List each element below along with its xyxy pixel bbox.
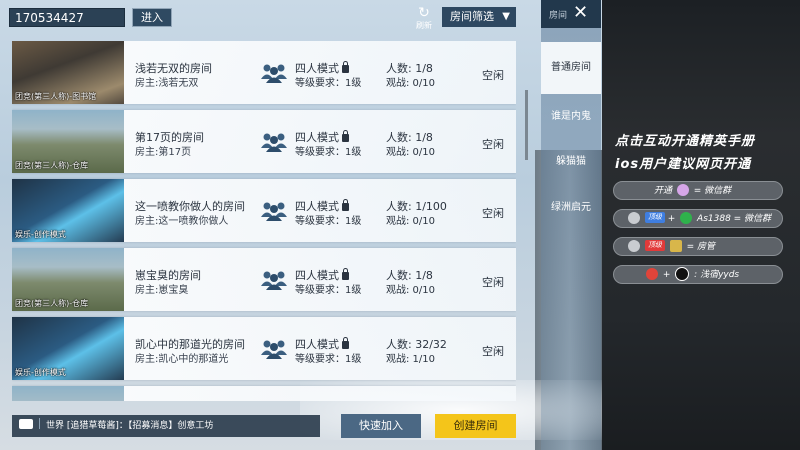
wings-icon — [669, 239, 682, 252]
tab-hide-and-seek[interactable]: 躲猫猫 — [541, 152, 601, 167]
level-requirement: 等级要求：1级 — [295, 216, 362, 227]
room-list[interactable]: 团竞(第三人称)-图书馆 浅若无双的房间 房主:浅若无双 四人模式 等级要求：1… — [12, 41, 516, 401]
refresh-icon: ↻ — [418, 5, 430, 21]
squad-icon — [261, 133, 287, 152]
promo-pill-3-tag: 顶级 — [644, 240, 665, 251]
room-row[interactable]: 团竞(第三人称)-图书馆 浅若无双的房间 房主:浅若无双 四人模式 等级要求：1… — [12, 41, 516, 104]
lock-icon — [342, 337, 349, 349]
room-id-input[interactable]: 170534427 — [9, 8, 125, 27]
avatar-icon — [628, 211, 640, 224]
promo-pill-1-b: = 微信群 — [693, 186, 732, 196]
room-row[interactable]: 团竞(第三人称)-仓库 第17页的房间 房主:第17页 四人模式 等级要求：1级… — [12, 110, 516, 173]
map-label: 团竞(第三人称)-仓库 — [15, 161, 89, 170]
room-row[interactable]: 娱乐-创作模式 这一喷教你做人的房间 房主:这一喷教你做人 四人模式 等级要求：… — [12, 179, 516, 242]
squad-icon — [261, 271, 287, 290]
room-row[interactable]: 娱乐-创作模式 凯心中的那道光的房间 房主:凯心中的那道光 四人模式 等级要求：… — [12, 317, 516, 380]
chat-channel: 世界 — [46, 421, 65, 431]
room-status: 空闲 — [482, 69, 504, 82]
chevron-down-icon: ▼ — [502, 11, 510, 22]
room-status: 空闲 — [482, 138, 504, 151]
divider — [39, 418, 40, 429]
quick-join-button[interactable]: 快速加入 — [341, 414, 421, 438]
map-thumbnail: 团竞(第三人称)-图书馆 — [12, 41, 124, 104]
avatar-icon — [628, 239, 640, 252]
level-requirement: 等级要求：1级 — [295, 285, 362, 296]
spectator-count: 观战: 0/10 — [386, 147, 436, 158]
squad-icon — [261, 202, 287, 221]
create-room-button[interactable]: 创建房间 — [435, 414, 516, 438]
refresh-label: 刷新 — [416, 21, 432, 30]
spectator-count: 观战: 1/10 — [386, 354, 436, 365]
elite-badge-icon — [676, 183, 689, 196]
close-icon[interactable]: ✕ — [573, 2, 588, 23]
promo-pill-3-b: = 房管 — [686, 242, 716, 252]
room-row[interactable]: 团竞(第三人称)-仓库 崽宝臭的房间 房主:崽宝臭 四人模式 等级要求：1级 人… — [12, 248, 516, 311]
map-label: 团竞(第三人称)-图书馆 — [15, 92, 97, 101]
room-status: 空闲 — [482, 276, 504, 289]
douyin-icon — [675, 266, 690, 281]
room-owner: 房主:第17页 — [135, 147, 192, 158]
spectator-count: 观战: 0/10 — [386, 216, 436, 227]
spectator-count: 观战: 0/10 — [386, 78, 436, 89]
wechat-icon — [680, 211, 693, 224]
map-thumbnail: 娱乐-创作模式 — [12, 179, 124, 242]
room-status: 空闲 — [482, 207, 504, 220]
plus-sign: + — [662, 270, 671, 280]
room-owner: 房主:崽宝臭 — [135, 285, 189, 296]
lock-icon — [342, 199, 349, 211]
promo-pill-2: 顶级 + As1388 = 微信群 — [613, 209, 783, 228]
level-requirement: 等级要求：1级 — [295, 354, 362, 365]
promo-pill-2-b: + — [667, 214, 676, 224]
promo-pill-4-b: : 浅宿yyds — [694, 270, 740, 280]
promo-pill-2-tag: 顶级 — [644, 212, 665, 223]
promo-pill-3: 顶级 = 房管 — [613, 237, 783, 256]
tab-header-title: 房间 — [549, 11, 568, 21]
promo-pill-2-c: As1388 = 微信群 — [697, 214, 772, 224]
map-thumbnail — [12, 386, 124, 401]
promo-line-1: 点击互动开通精英手册 — [615, 134, 756, 149]
room-owner: 房主:这一喷教你做人 — [135, 216, 229, 227]
map-label: 娱乐-创作模式 — [15, 368, 66, 377]
weibo-icon — [646, 267, 658, 280]
tab-normal-room[interactable]: 普通房间 — [541, 42, 601, 94]
promo-line-2: ios用户建议网页开通 — [615, 157, 752, 172]
map-thumbnail: 娱乐-创作模式 — [12, 317, 124, 380]
spectator-count: 观战: 0/10 — [386, 285, 436, 296]
enter-button[interactable]: 进入 — [132, 8, 172, 27]
world-chat-bar[interactable]: 世界 [追猎草莓酱]：【招募消息】创意工坊 — [12, 415, 320, 437]
chat-message: [追猎草莓酱]：【招募消息】创意工坊 — [66, 421, 214, 431]
level-requirement: 等级要求：1级 — [295, 147, 362, 158]
chat-icon — [19, 419, 33, 429]
map-thumbnail: 团竞(第三人称)-仓库 — [12, 110, 124, 173]
refresh-button[interactable]: ↻ 刷新 — [412, 6, 436, 30]
lock-icon — [342, 268, 349, 280]
room-owner: 房主:凯心中的那道光 — [135, 354, 229, 365]
map-thumbnail: 团竞(第三人称)-仓库 — [12, 248, 124, 311]
room-owner: 房主:浅若无双 — [135, 78, 199, 89]
promo-panel: 点击互动开通精英手册 ios用户建议网页开通 开通 = 微信群 顶级 + As1… — [602, 0, 800, 450]
squad-icon — [261, 340, 287, 359]
lock-icon — [342, 61, 349, 73]
room-filter-dropdown[interactable]: 房间筛选 ▼ — [442, 7, 516, 27]
room-status: 空闲 — [482, 345, 504, 358]
tab-who-is-impostor[interactable]: 谁是内鬼 — [541, 107, 601, 122]
promo-pill-1-a: 开通 — [654, 186, 673, 196]
room-row-partial — [12, 386, 516, 401]
promo-pill-4: + : 浅宿yyds — [613, 265, 783, 284]
tab-header: 房间 ✕ — [541, 0, 601, 28]
room-filter-label: 房间筛选 — [450, 10, 494, 23]
tab-oasis[interactable]: 绿洲启元 — [541, 198, 601, 213]
map-label: 娱乐-创作模式 — [15, 230, 66, 239]
map-label: 团竞(第三人称)-仓库 — [15, 299, 89, 308]
lock-icon — [342, 130, 349, 142]
level-requirement: 等级要求：1级 — [295, 78, 362, 89]
promo-pill-1: 开通 = 微信群 — [613, 181, 783, 200]
squad-icon — [261, 64, 287, 83]
